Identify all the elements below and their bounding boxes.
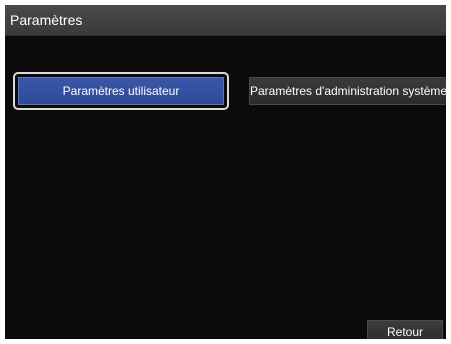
settings-screen: Paramètres Paramètres utilisateur Paramè… [5,5,446,339]
device-frame: Paramètres Paramètres utilisateur Paramè… [0,0,451,344]
title-bar: Paramètres [5,5,446,36]
page-title: Paramètres [10,12,83,28]
system-admin-settings-button[interactable]: Paramètres d'administration système [249,77,446,105]
user-settings-button[interactable]: Paramètres utilisateur [18,77,224,105]
back-button[interactable]: Retour [367,320,443,339]
